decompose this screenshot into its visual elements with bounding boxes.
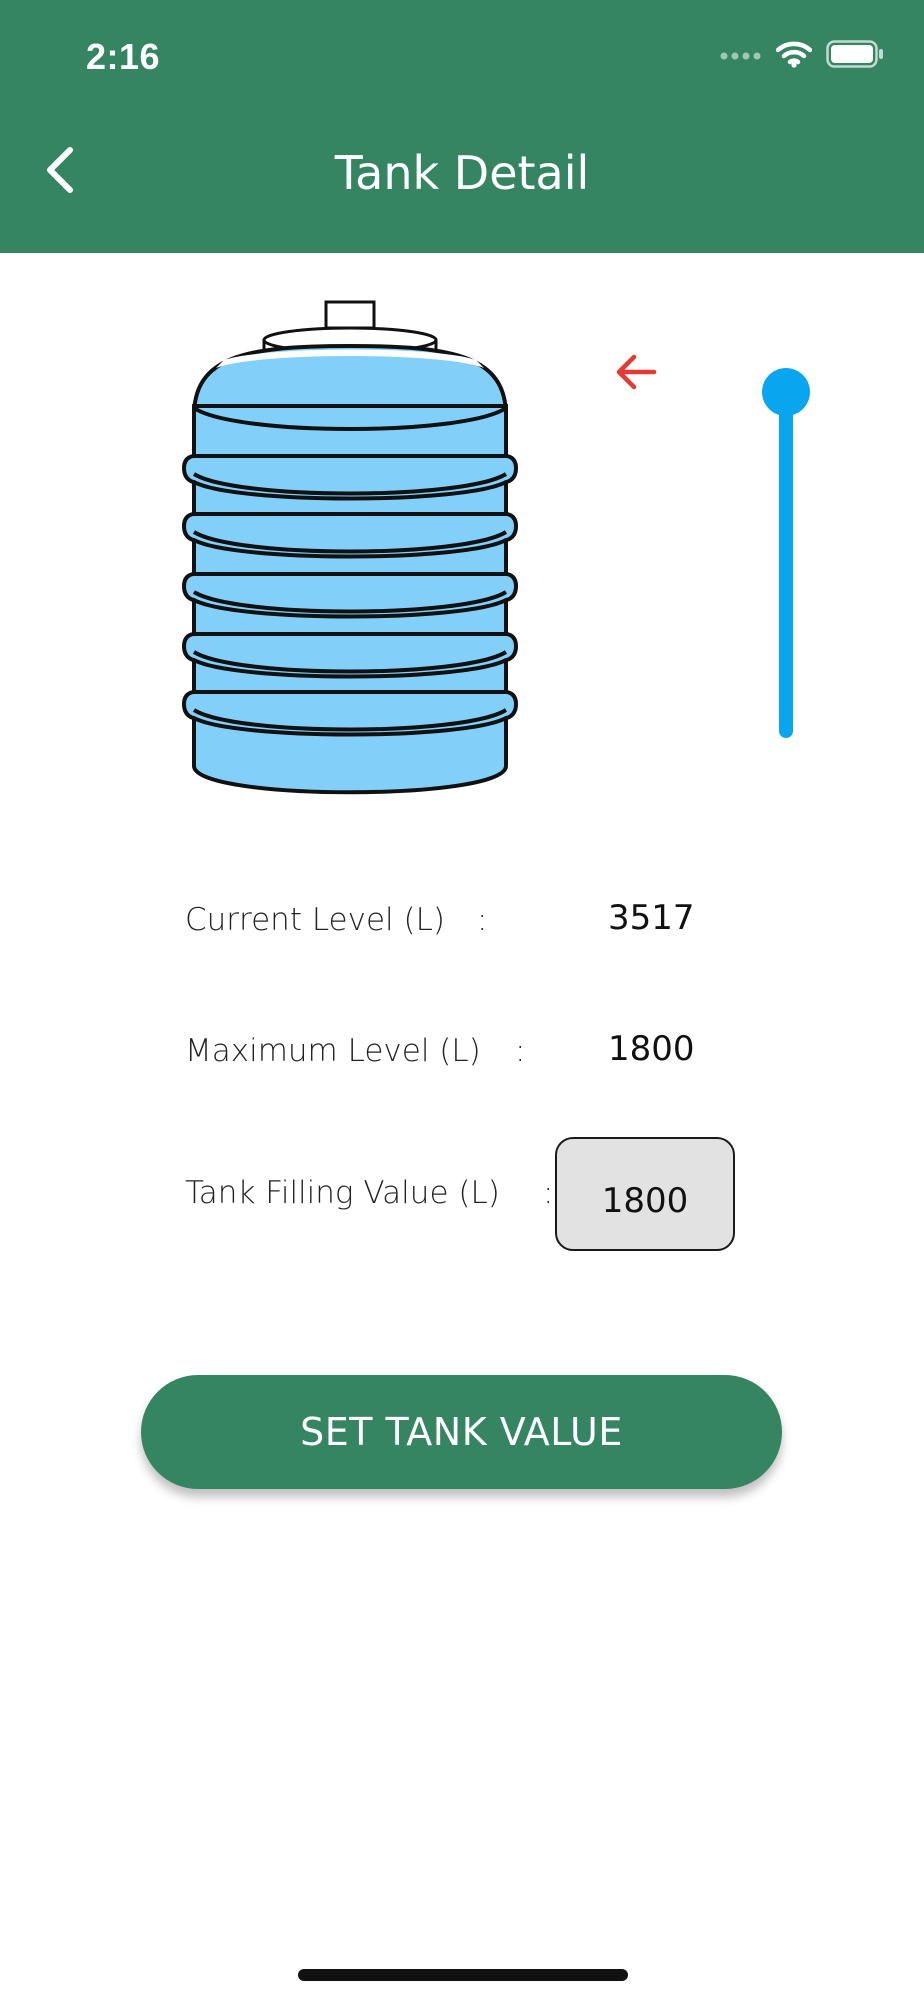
current-level-label: Current Level (L) bbox=[185, 902, 445, 938]
maximum-level-value: 1800 bbox=[608, 1029, 695, 1069]
status-time: 2:16 bbox=[86, 36, 161, 77]
wifi-icon bbox=[775, 40, 813, 73]
tank-filling-value-text: 1800 bbox=[601, 1181, 689, 1221]
water-tank-illustration bbox=[176, 296, 606, 813]
tank-level-slider[interactable] bbox=[756, 362, 816, 756]
slider-thumb[interactable] bbox=[762, 368, 810, 416]
filling-value-separator: : bbox=[543, 1175, 554, 1211]
arrow-left-icon bbox=[614, 352, 658, 397]
maximum-level-separator: : bbox=[515, 1033, 526, 1069]
status-icons bbox=[720, 40, 884, 73]
current-level-separator: : bbox=[477, 902, 488, 938]
tank-filling-value-input[interactable]: 1800 bbox=[555, 1137, 735, 1251]
set-tank-value-button[interactable]: SET TANK VALUE bbox=[141, 1375, 782, 1489]
home-indicator bbox=[298, 1969, 628, 1981]
battery-icon bbox=[826, 40, 884, 73]
maximum-level-label: Maximum Level (L) bbox=[185, 1033, 481, 1069]
slider-track bbox=[779, 392, 793, 738]
current-level-value: 3517 bbox=[608, 898, 695, 938]
filling-value-label: Tank Filling Value (L) bbox=[185, 1175, 500, 1211]
app-header: 2:16 Tank Detail bbox=[0, 0, 924, 253]
signal-icon bbox=[720, 48, 762, 66]
page-title: Tank Detail bbox=[334, 146, 590, 200]
